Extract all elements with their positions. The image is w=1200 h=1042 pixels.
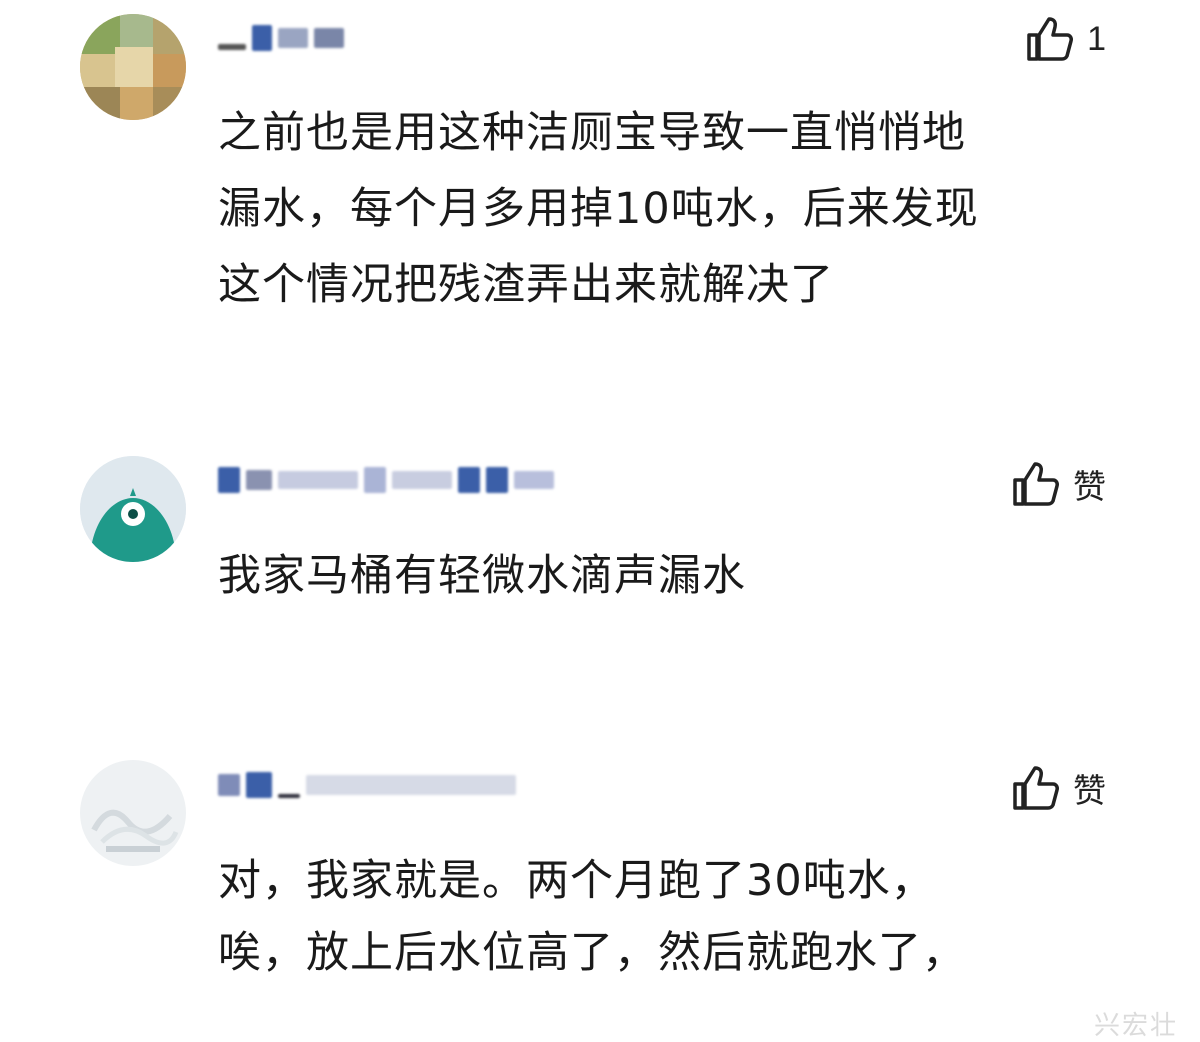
watermark: 兴宏壮 bbox=[1093, 1011, 1178, 1041]
comment-text-line: 唉，放上后水位高了，然后就跑水了， bbox=[218, 928, 966, 978]
thumbs-up-icon bbox=[1027, 17, 1074, 61]
username-masked[interactable] bbox=[218, 460, 554, 500]
thumbs-up-icon bbox=[1013, 462, 1059, 506]
avatar[interactable] bbox=[80, 456, 186, 562]
like-button[interactable]: 1 bbox=[1025, 14, 1106, 64]
avatar[interactable] bbox=[80, 14, 186, 120]
comment-text-line: 漏水，每个月多用掉10吨水，后来发现 bbox=[218, 184, 979, 234]
comment-text-line: 我家马桶有轻微水滴声漏水 bbox=[218, 551, 746, 601]
thumbs-up-icon bbox=[1013, 766, 1059, 810]
like-button[interactable]: 赞 bbox=[1011, 763, 1106, 813]
like-button[interactable]: 赞 bbox=[1011, 459, 1106, 509]
comment-text-line: 之前也是用这种洁厕宝导致一直悄悄地 bbox=[218, 108, 966, 158]
comment-text-line: 这个情况把残渣弄出来就解决了 bbox=[218, 260, 834, 310]
like-label: 赞 bbox=[1073, 467, 1106, 506]
username-masked[interactable] bbox=[218, 18, 344, 58]
username-masked[interactable] bbox=[218, 765, 516, 805]
like-label: 赞 bbox=[1073, 771, 1106, 810]
comment-text-line: 对，我家就是。两个月跑了30吨水， bbox=[218, 856, 935, 906]
avatar[interactable] bbox=[80, 760, 186, 866]
like-count: 1 bbox=[1087, 19, 1106, 58]
